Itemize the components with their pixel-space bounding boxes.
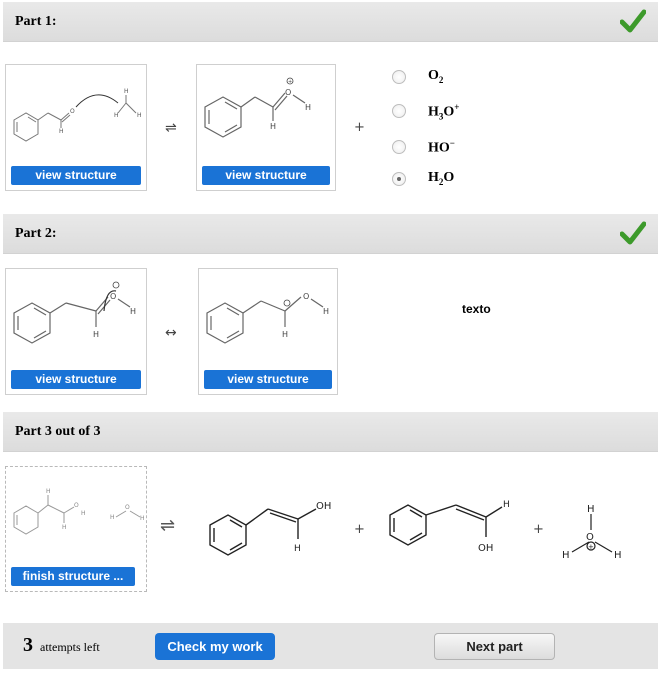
- enol-product-structure: OH H: [209, 501, 331, 556]
- part2-header: Part 2:: [3, 214, 658, 254]
- product2-h-label: H: [503, 500, 510, 510]
- attempts-label: attempts left: [40, 640, 100, 654]
- option-ho-label: HO−: [428, 138, 455, 156]
- plus-sign: +: [533, 522, 544, 537]
- part2-resonance-card-2[interactable]: O H H view structure: [198, 268, 338, 395]
- next-part-button[interactable]: Next part: [434, 633, 555, 660]
- svg-text:H: H: [62, 524, 67, 531]
- resonance-arrow: ↔: [165, 325, 177, 341]
- svg-text:O: O: [74, 502, 79, 509]
- svg-text:H: H: [614, 550, 622, 561]
- svg-text:H: H: [59, 128, 64, 135]
- check-icon: [620, 221, 646, 245]
- svg-text:H: H: [46, 488, 51, 495]
- option-h3o-label: H3O+: [428, 102, 460, 122]
- svg-text:H: H: [140, 515, 145, 522]
- part3-header: Part 3 out of 3: [3, 412, 658, 452]
- svg-text:H: H: [323, 307, 329, 316]
- svg-text:H: H: [587, 504, 595, 515]
- check-icon: [620, 9, 646, 33]
- intermediate-structure-drawing: O H H +: [204, 77, 311, 138]
- part3-drawing-card[interactable]: H O H H H O H finish structure ...: [5, 466, 147, 592]
- view-structure-button[interactable]: view structure: [202, 166, 330, 185]
- svg-text:H: H: [110, 514, 115, 521]
- radio-h2o[interactable]: [392, 172, 406, 186]
- svg-text:H: H: [81, 510, 86, 517]
- svg-text:O: O: [70, 108, 75, 115]
- part1-header: Part 1:: [3, 2, 658, 42]
- view-structure-button[interactable]: view structure: [11, 370, 141, 389]
- svg-text:H: H: [93, 330, 99, 339]
- svg-text:O: O: [586, 532, 594, 543]
- note-text: texto: [462, 302, 491, 316]
- option-h2o-label: H2O: [428, 170, 455, 187]
- svg-text:O: O: [285, 88, 291, 97]
- plus-sign: +: [354, 522, 365, 537]
- view-structure-button[interactable]: view structure: [11, 166, 141, 185]
- svg-text:O: O: [303, 292, 309, 301]
- footer-bar: 3 attempts left Check my work Next part: [3, 623, 658, 669]
- radio-o2[interactable]: [392, 70, 406, 84]
- equilibrium-arrows: ⇌: [160, 515, 176, 536]
- product1-h-label: H: [294, 544, 301, 554]
- svg-text:O: O: [125, 504, 130, 511]
- plus-sign: +: [354, 120, 365, 135]
- finish-structure-button[interactable]: finish structure ...: [11, 567, 135, 586]
- svg-text:H: H: [130, 307, 136, 316]
- svg-text:H: H: [137, 112, 142, 119]
- radio-h3o-plus[interactable]: [392, 104, 406, 118]
- radio-ho-minus[interactable]: [392, 140, 406, 154]
- svg-text:+: +: [588, 543, 594, 551]
- resonance-structure-2-drawing: O H H: [206, 292, 329, 344]
- product1-oh-label: OH: [316, 501, 331, 512]
- svg-text:H: H: [305, 103, 311, 112]
- partial-structure-drawing: H O H H H O H: [13, 488, 145, 535]
- hydronium-structure: H O H H +: [562, 504, 622, 561]
- part2-resonance-card-1[interactable]: O H H view structure: [5, 268, 147, 395]
- enol-product-structure-2: H OH: [389, 500, 510, 554]
- attempts-count: 3: [23, 634, 33, 656]
- svg-text:+: +: [288, 79, 292, 85]
- product2-oh-label: OH: [478, 543, 493, 554]
- reactant-structure-drawing: O H H H H: [13, 88, 142, 142]
- part1-reactant-card[interactable]: O H H H H view structure: [5, 64, 147, 191]
- svg-text:H: H: [282, 330, 288, 339]
- svg-text:H: H: [270, 122, 276, 131]
- view-structure-button[interactable]: view structure: [204, 370, 332, 389]
- check-my-work-button[interactable]: Check my work: [155, 633, 275, 660]
- part3-title: Part 3 out of 3: [15, 424, 101, 439]
- part2-title: Part 2:: [15, 226, 57, 241]
- svg-text:O: O: [110, 292, 116, 301]
- equilibrium-arrows: ⇌: [165, 120, 177, 136]
- svg-text:H: H: [124, 88, 129, 95]
- svg-text:H: H: [114, 112, 119, 119]
- resonance-structure-1-drawing: O H H: [13, 281, 136, 344]
- svg-text:H: H: [562, 550, 570, 561]
- option-o2-label: O2: [428, 68, 444, 85]
- part1-title: Part 1:: [15, 14, 57, 29]
- part1-intermediate-card[interactable]: O H H + view structure: [196, 64, 336, 191]
